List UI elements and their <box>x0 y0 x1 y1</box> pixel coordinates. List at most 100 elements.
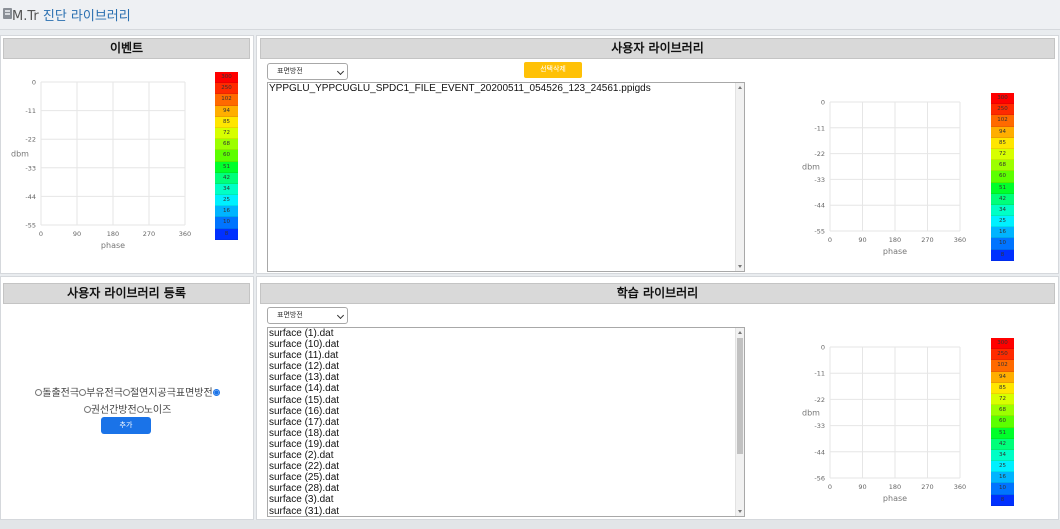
delete-selected-button[interactable]: 선택삭제 <box>524 62 582 78</box>
list-item[interactable]: surface (15).dat <box>269 395 734 406</box>
register-panel: 사용자 라이브러리 등록 돌출전극 부유전극 절연지공극표면방전 권선간방전 노이즈 … <box>0 276 254 520</box>
radio-label: 권선간방전 <box>90 405 137 416</box>
scroll-up-icon[interactable] <box>738 331 742 334</box>
y-tick-label: 0 <box>821 99 825 107</box>
x-axis-label: phase <box>101 241 125 250</box>
x-tick-label: 180 <box>889 483 901 491</box>
event-panel-title: 이벤트 <box>3 38 250 59</box>
y-tick-label: 0 <box>32 79 36 87</box>
y-tick-label: -11 <box>814 370 825 378</box>
list-item[interactable]: surface (12).dat <box>269 361 734 372</box>
learning-library-title: 학습 라이브러리 <box>260 283 1055 304</box>
colorbar-cell: 8 <box>215 228 238 240</box>
plot-area <box>40 81 186 226</box>
colorbar-cell: 10 <box>215 217 238 229</box>
radio-label: 돌출전극 <box>42 388 80 399</box>
y-tick-label: -22 <box>814 150 825 158</box>
radio-button[interactable] <box>83 406 91 413</box>
colorbar-cell: 34 <box>991 204 1014 217</box>
list-item[interactable]: surface (18).dat <box>269 428 734 439</box>
colorbar-cell: 16 <box>215 206 238 218</box>
list-item[interactable]: surface (22).dat <box>269 461 734 472</box>
event-colorbar: 300 250 102 94 85 72 68 60 51 42 34 25 16 10 8 <box>215 72 238 240</box>
learning-library-chart: 0 90 180 270 360 0 -11 -22 -33 -44 -56 phase dbm <box>802 344 966 504</box>
x-tick-label: 360 <box>954 483 966 491</box>
colorbar-cell: 102 <box>991 360 1014 372</box>
colorbar-cell: 25 <box>991 461 1014 473</box>
user-library-items: YPPGLU_YPPCUGLU_SPDC1_FILE_EVENT_2020051… <box>269 83 734 94</box>
chevron-down-icon <box>336 67 345 76</box>
y-tick-label: -55 <box>814 228 825 236</box>
y-tick-label: -33 <box>25 164 36 172</box>
learning-library-list[interactable]: surface (1).dat surface (10).dat surface (… <box>267 327 745 517</box>
radio-option[interactable]: 노이즈 <box>136 405 172 416</box>
colorbar-cell: 51 <box>215 161 238 173</box>
list-item[interactable]: surface (3).dat <box>269 494 734 505</box>
add-button[interactable]: 추가 <box>101 417 151 434</box>
radio-button[interactable] <box>136 406 144 413</box>
list-item[interactable]: surface (31).dat <box>269 506 734 517</box>
colorbar-cell: 60 <box>215 150 238 162</box>
colorbar-cell: 102 <box>991 115 1014 127</box>
user-library-list[interactable]: YPPGLU_YPPCUGLU_SPDC1_FILE_EVENT_2020051… <box>267 82 745 272</box>
colorbar-cell: 300 <box>215 72 238 84</box>
list-item[interactable]: surface (10).dat <box>269 339 734 350</box>
scroll-up-icon[interactable] <box>738 86 742 89</box>
x-tick-label: 0 <box>39 230 43 238</box>
x-tick-label: 360 <box>179 230 191 238</box>
list-item[interactable]: surface (1).dat <box>269 328 734 339</box>
colorbar-cell: 16 <box>991 472 1014 484</box>
user-library-type-select[interactable]: 표면방전 <box>267 63 348 80</box>
y-tick-label: -33 <box>814 176 825 184</box>
y-tick-label: -44 <box>814 202 825 210</box>
radio-option[interactable]: 돌출전극 <box>35 388 79 399</box>
list-item[interactable]: surface (16).dat <box>269 406 734 417</box>
list-item[interactable]: surface (11).dat <box>269 350 734 361</box>
plot-area <box>829 101 961 232</box>
colorbar-cell: 300 <box>991 338 1014 350</box>
y-tick-label: -33 <box>814 422 825 430</box>
colorbar-cell: 94 <box>215 105 238 117</box>
radio-label: 부유전극 <box>86 388 123 399</box>
list-item[interactable]: surface (13).dat <box>269 372 734 383</box>
colorbar-cell: 68 <box>991 405 1014 417</box>
user-library-scrollbar[interactable] <box>735 83 744 271</box>
scroll-down-icon[interactable] <box>738 265 742 268</box>
radio-option[interactable]: 표면방전 <box>176 388 220 399</box>
chevron-down-icon <box>336 311 345 320</box>
radio-option[interactable]: 절연지공극 <box>122 388 176 399</box>
list-item[interactable]: surface (17).dat <box>269 417 734 428</box>
list-item[interactable]: surface (28).dat <box>269 483 734 494</box>
event-panel: 이벤트 0 90 180 270 360 0 -11 -22 -33 -44 -55 phase dbm… <box>0 35 254 274</box>
register-panel-title: 사용자 라이브러리 등록 <box>3 283 250 304</box>
list-item[interactable]: surface (14).dat <box>269 383 734 394</box>
learning-library-type-select[interactable]: 표면방전 <box>267 307 348 324</box>
colorbar-cell: 85 <box>991 382 1014 394</box>
learning-library-colorbar: 300 250 102 94 85 72 68 60 51 42 34 25 16 10 8 <box>991 338 1014 506</box>
list-item[interactable]: surface (19).dat <box>269 439 734 450</box>
radio-option[interactable]: 권선간방전 <box>83 405 137 416</box>
scroll-down-icon[interactable] <box>738 510 742 513</box>
list-item[interactable]: surface (2).dat <box>269 450 734 461</box>
list-item[interactable]: surface (25).dat <box>269 472 734 483</box>
radio-button[interactable] <box>122 389 130 396</box>
radio-option[interactable]: 부유전극 <box>79 388 123 399</box>
y-tick-label: -22 <box>814 396 825 404</box>
user-library-title: 사용자 라이브러리 <box>260 38 1055 59</box>
learning-library-scrollbar[interactable] <box>735 328 744 516</box>
scrollbar-thumb[interactable] <box>737 338 743 454</box>
user-library-select-value: 표면방전 <box>277 67 303 75</box>
radio-button[interactable] <box>212 389 220 396</box>
x-tick-label: 90 <box>73 230 81 238</box>
user-library-colorbar: 300 250 102 94 85 72 68 60 51 42 34 25 16 10 8 <box>991 93 1014 261</box>
colorbar-cell: 42 <box>215 172 238 184</box>
x-tick-label: 270 <box>921 236 933 244</box>
colorbar-cell: 8 <box>991 494 1014 506</box>
title-bar: M.Tr 진단 라이브러리 <box>0 0 1060 30</box>
y-tick-label: 0 <box>821 344 825 352</box>
learning-library-items: surface (1).dat surface (10).dat surface (… <box>269 328 734 517</box>
title-label: 진단 라이브러리 <box>42 9 131 24</box>
user-library-panel: 사용자 라이브러리 표면방전 선택삭제 YPPGLU_YPPCUGLU_SPDC… <box>256 35 1059 274</box>
radio-label: 노이즈 <box>143 405 172 416</box>
list-item[interactable]: YPPGLU_YPPCUGLU_SPDC1_FILE_EVENT_2020051… <box>269 83 734 94</box>
